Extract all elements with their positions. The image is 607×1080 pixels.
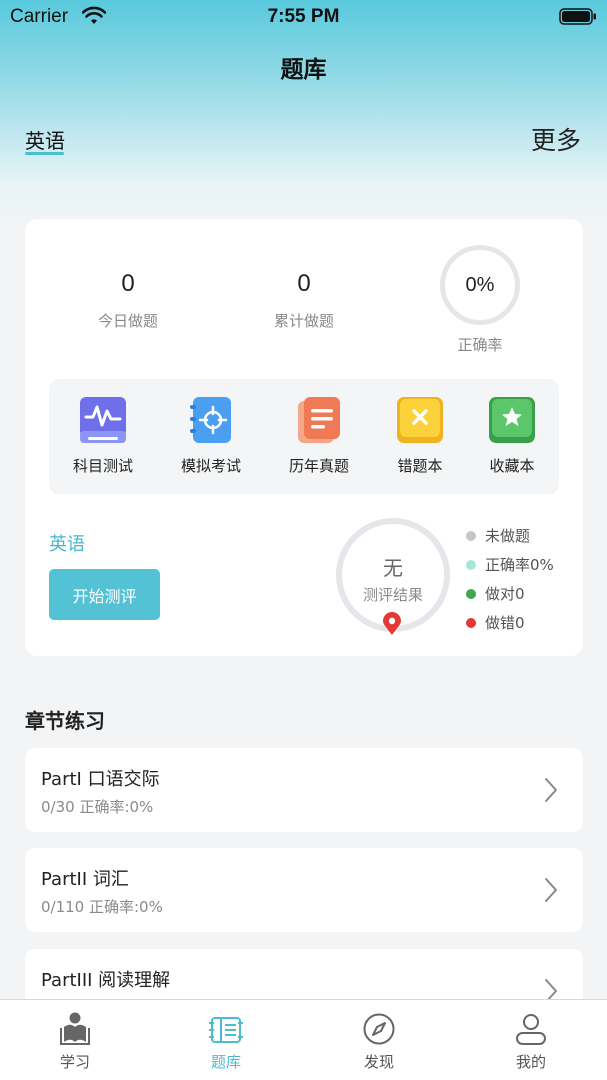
status-time: 7:55 PM xyxy=(267,6,340,27)
tab-question-bank-label: 题库 xyxy=(210,1053,241,1071)
legend-dot xyxy=(466,559,476,570)
discover-compass-icon xyxy=(363,1013,395,1045)
chapter-title: PartII 词汇 xyxy=(41,869,129,890)
evaluation-subject: 英语 xyxy=(49,534,85,555)
tab-profile[interactable]: 我的 xyxy=(486,1000,576,1080)
mock-exam-icon xyxy=(188,395,234,445)
tools-panel: 科目测试 模拟考试 历年真题 错题本 收藏本 xyxy=(49,379,559,494)
evaluation-ring-value: 无 xyxy=(383,556,403,580)
legend-label: 正确率0% xyxy=(485,556,554,574)
wrong-book-icon xyxy=(397,395,443,445)
start-evaluation-button[interactable]: 开始测评 xyxy=(49,569,160,620)
stat-today-value: 0 xyxy=(121,270,135,297)
status-bar: Carrier 7:55 PM xyxy=(0,0,607,34)
stat-total-value: 0 xyxy=(297,270,311,297)
tool-mock-exam[interactable]: 模拟考试 xyxy=(171,395,251,476)
chevron-right-icon xyxy=(545,778,557,802)
legend-label: 做对0 xyxy=(485,585,525,603)
stat-total-label: 累计做题 xyxy=(273,312,334,330)
chapter-item[interactable]: PartII 词汇 0/110 正确率:0% xyxy=(25,848,583,932)
stat-today-label: 今日做题 xyxy=(97,312,158,330)
chapter-item[interactable]: PartI 口语交际 0/30 正确率:0% xyxy=(25,748,583,832)
legend-item: 正确率0% xyxy=(466,550,554,579)
tab-discover[interactable]: 发现 xyxy=(334,1000,424,1080)
favorites-icon xyxy=(489,395,535,445)
tool-past-papers[interactable]: 历年真题 xyxy=(279,395,359,476)
tool-favorites-label: 收藏本 xyxy=(489,457,535,475)
tool-wrong-book[interactable]: 错题本 xyxy=(380,395,460,476)
tab-indicator xyxy=(25,152,64,155)
profile-icon xyxy=(516,1014,546,1045)
chapter-progress: 0/30 正确率:0% xyxy=(41,798,154,816)
legend-item: 未做题 xyxy=(466,521,554,550)
stat-total: 0 累计做题 xyxy=(234,270,374,331)
question-bank-icon xyxy=(209,1017,243,1043)
tab-study[interactable]: 学习 xyxy=(30,1000,120,1080)
battery-icon xyxy=(559,8,596,25)
chapter-title: PartI 口语交际 xyxy=(41,769,160,790)
legend-dot xyxy=(466,530,476,541)
tab-question-bank[interactable]: 题库 xyxy=(181,1000,271,1080)
evaluation-legend: 未做题 正确率0% 做对0 做错0 xyxy=(466,521,554,637)
tool-subject-test[interactable]: 科目测试 xyxy=(63,395,143,476)
tool-mock-exam-label: 模拟考试 xyxy=(180,457,241,475)
stats-card: 0 今日做题 0 累计做题 0% 正确率 科目测试 模拟考试 历年真题 错题本 … xyxy=(25,219,583,656)
page-title: 题库 xyxy=(280,57,327,83)
evaluation-ring-label: 测评结果 xyxy=(362,586,423,604)
more-button[interactable]: 更多 xyxy=(531,121,581,157)
tab-english[interactable]: 英语 xyxy=(25,125,65,154)
legend-label: 做错0 xyxy=(485,614,525,632)
chapter-title: PartIII 阅读理解 xyxy=(41,970,171,991)
accuracy-ring: 0% xyxy=(440,245,520,325)
accuracy-label: 正确率 xyxy=(457,336,503,354)
chevron-right-icon xyxy=(545,878,557,902)
tab-profile-label: 我的 xyxy=(515,1053,546,1071)
tab-study-label: 学习 xyxy=(59,1053,90,1071)
accuracy-value: 0% xyxy=(465,273,495,296)
bottom-tab-bar: 学习 题库 发现 我的 xyxy=(0,999,607,1080)
study-icon xyxy=(60,1012,90,1045)
tool-past-papers-label: 历年真题 xyxy=(288,457,349,475)
stat-today: 0 今日做题 xyxy=(58,270,198,331)
chapter-progress: 0/110 正确率:0% xyxy=(41,898,163,916)
tool-subject-test-label: 科目测试 xyxy=(72,457,133,475)
tool-wrong-book-label: 错题本 xyxy=(397,457,443,475)
subject-test-icon xyxy=(80,395,126,445)
legend-label: 未做题 xyxy=(485,527,531,545)
tab-discover-label: 发现 xyxy=(363,1053,394,1071)
legend-dot xyxy=(466,588,476,599)
chapters-section-title: 章节练习 xyxy=(25,709,105,733)
legend-item: 做对0 xyxy=(466,579,554,608)
tool-favorites[interactable]: 收藏本 xyxy=(472,395,552,476)
legend-dot xyxy=(466,617,476,628)
location-pin-icon xyxy=(383,612,401,635)
past-papers-icon xyxy=(296,395,342,445)
legend-item: 做错0 xyxy=(466,608,554,637)
